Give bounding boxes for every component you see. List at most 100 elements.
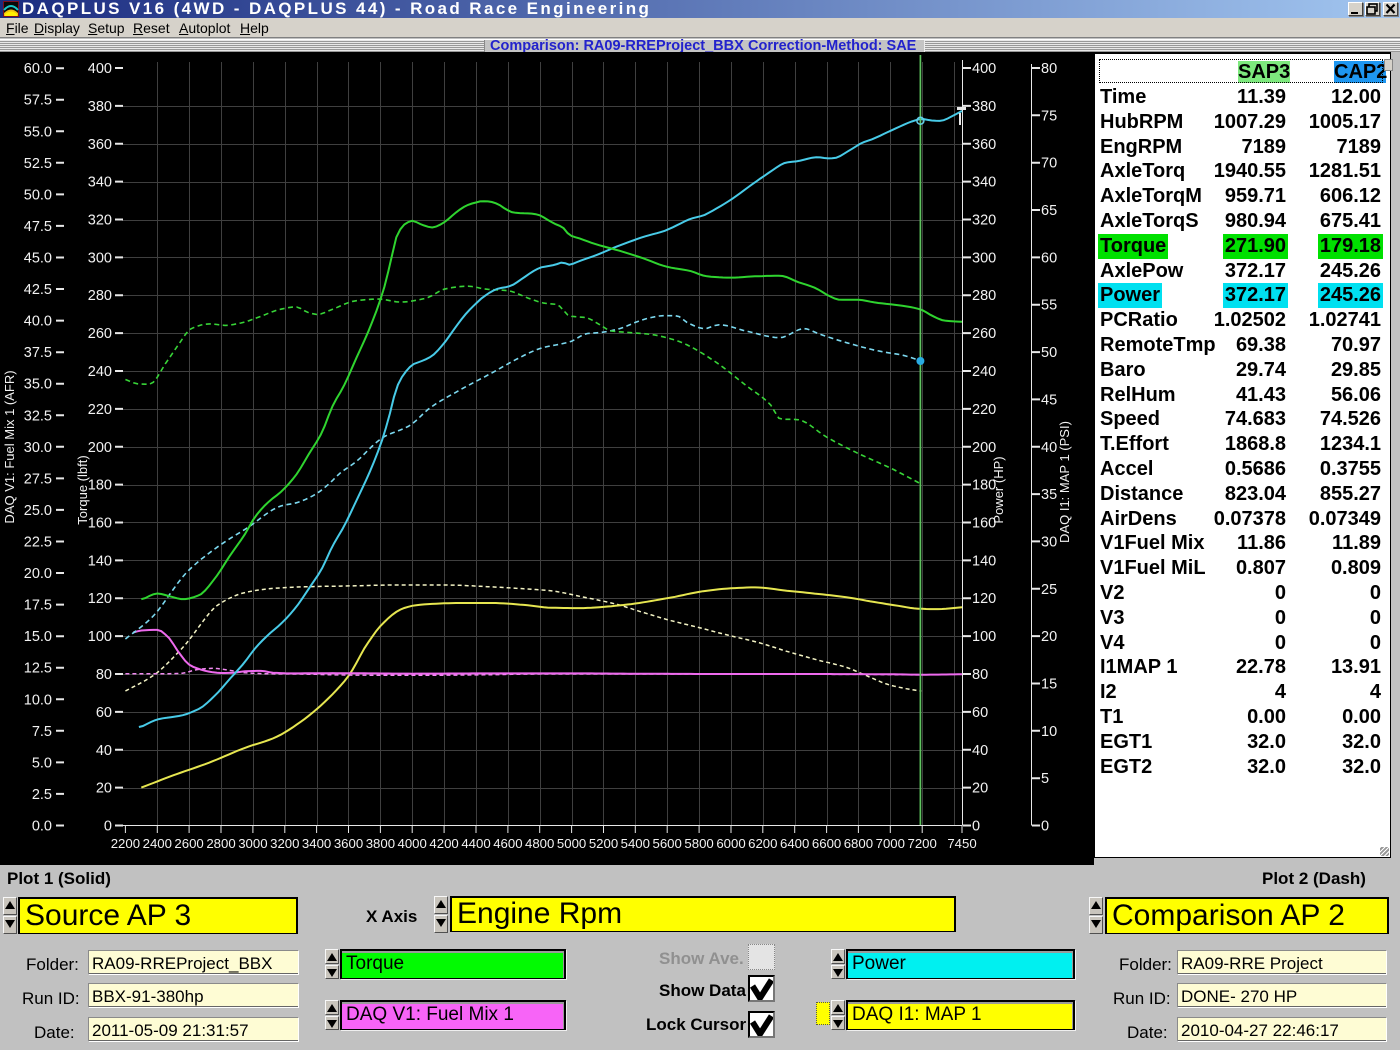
svg-text:27.5: 27.5	[24, 471, 52, 487]
svg-text:100: 100	[88, 629, 112, 645]
svg-text:220: 220	[88, 402, 112, 418]
svg-text:400: 400	[972, 61, 996, 77]
svg-text:3600: 3600	[334, 836, 363, 851]
svg-text:Torque (lbft): Torque (lbft)	[75, 455, 90, 524]
svg-text:5800: 5800	[684, 836, 713, 851]
svg-text:37.5: 37.5	[24, 345, 52, 361]
svg-text:140: 140	[88, 553, 112, 569]
svg-text:47.5: 47.5	[24, 219, 52, 235]
svg-text:260: 260	[88, 326, 112, 342]
svg-text:60: 60	[1041, 250, 1057, 266]
svg-text:35.0: 35.0	[24, 377, 52, 393]
svg-text:10: 10	[1041, 724, 1057, 740]
svg-text:32.5: 32.5	[24, 408, 52, 424]
svg-text:42.5: 42.5	[24, 282, 52, 298]
svg-text:140: 140	[972, 553, 996, 569]
svg-text:20.0: 20.0	[24, 566, 52, 582]
svg-text:15: 15	[1041, 677, 1057, 693]
svg-text:17.5: 17.5	[24, 598, 52, 614]
svg-text:4000: 4000	[398, 836, 427, 851]
svg-text:57.5: 57.5	[24, 93, 52, 109]
svg-text:360: 360	[972, 137, 996, 153]
svg-text:5400: 5400	[621, 836, 650, 851]
svg-text:2.5: 2.5	[32, 787, 52, 803]
svg-text:0: 0	[972, 819, 980, 835]
svg-text:10.0: 10.0	[24, 692, 52, 708]
svg-text:4800: 4800	[525, 836, 554, 851]
svg-text:5.0: 5.0	[32, 755, 52, 771]
svg-text:340: 340	[972, 175, 996, 191]
svg-text:5000: 5000	[557, 836, 586, 851]
svg-text:380: 380	[972, 99, 996, 115]
svg-text:280: 280	[972, 288, 996, 304]
svg-text:2400: 2400	[143, 836, 172, 851]
svg-text:30.0: 30.0	[24, 440, 52, 456]
svg-text:4400: 4400	[461, 836, 490, 851]
svg-text:20: 20	[972, 781, 988, 797]
svg-text:4200: 4200	[429, 836, 458, 851]
svg-text:320: 320	[972, 213, 996, 229]
svg-text:20: 20	[96, 781, 112, 797]
svg-text:60: 60	[972, 705, 988, 721]
svg-text:2200: 2200	[111, 836, 140, 851]
svg-text:6400: 6400	[780, 836, 809, 851]
svg-text:320: 320	[88, 213, 112, 229]
svg-text:55: 55	[1041, 298, 1057, 314]
svg-text:3400: 3400	[302, 836, 331, 851]
svg-text:22.5: 22.5	[24, 535, 52, 551]
svg-text:240: 240	[88, 364, 112, 380]
svg-text:3800: 3800	[366, 836, 395, 851]
svg-text:50.0: 50.0	[24, 187, 52, 203]
svg-text:0: 0	[104, 819, 112, 835]
svg-text:400: 400	[88, 61, 112, 77]
svg-text:12.5: 12.5	[24, 661, 52, 677]
svg-text:120: 120	[972, 591, 996, 607]
svg-text:40: 40	[972, 743, 988, 759]
svg-text:50: 50	[1041, 345, 1057, 361]
svg-text:5: 5	[1041, 771, 1049, 787]
svg-text:300: 300	[88, 250, 112, 266]
svg-text:7.5: 7.5	[32, 724, 52, 740]
svg-text:80: 80	[1041, 61, 1057, 77]
svg-text:5600: 5600	[653, 836, 682, 851]
svg-text:40: 40	[96, 743, 112, 759]
svg-text:120: 120	[88, 591, 112, 607]
svg-text:55.0: 55.0	[24, 124, 52, 140]
svg-text:20: 20	[1041, 629, 1057, 645]
svg-text:200: 200	[88, 440, 112, 456]
svg-text:0.0: 0.0	[32, 819, 52, 835]
svg-text:3200: 3200	[270, 836, 299, 851]
svg-text:65: 65	[1041, 203, 1057, 219]
svg-text:75: 75	[1041, 108, 1057, 124]
svg-text:15.0: 15.0	[24, 629, 52, 645]
svg-text:3000: 3000	[238, 836, 267, 851]
svg-text:40.0: 40.0	[24, 314, 52, 330]
svg-text:380: 380	[88, 99, 112, 115]
svg-text:6000: 6000	[716, 836, 745, 851]
svg-text:80: 80	[96, 667, 112, 683]
svg-text:40: 40	[1041, 440, 1057, 456]
svg-text:25.0: 25.0	[24, 503, 52, 519]
svg-text:340: 340	[88, 175, 112, 191]
svg-text:240: 240	[972, 364, 996, 380]
svg-text:200: 200	[972, 440, 996, 456]
svg-text:35: 35	[1041, 487, 1057, 503]
svg-text:6600: 6600	[812, 836, 841, 851]
svg-text:6200: 6200	[748, 836, 777, 851]
svg-text:Power (HP): Power (HP)	[991, 456, 1006, 523]
svg-text:2600: 2600	[174, 836, 203, 851]
svg-text:180: 180	[88, 478, 112, 494]
svg-text:70: 70	[1041, 156, 1057, 172]
svg-text:60: 60	[96, 705, 112, 721]
svg-text:220: 220	[972, 402, 996, 418]
svg-text:260: 260	[972, 326, 996, 342]
svg-text:360: 360	[88, 137, 112, 153]
svg-text:25: 25	[1041, 582, 1057, 598]
svg-text:300: 300	[972, 250, 996, 266]
svg-text:DAQ I1: MAP 1 (PSI): DAQ I1: MAP 1 (PSI)	[1057, 421, 1072, 543]
svg-text:7450: 7450	[947, 836, 976, 851]
svg-text:45: 45	[1041, 392, 1057, 408]
svg-text:280: 280	[88, 288, 112, 304]
svg-text:5200: 5200	[589, 836, 618, 851]
svg-text:DAQ V1: Fuel Mix 1 (AFR): DAQ V1: Fuel Mix 1 (AFR)	[2, 370, 17, 523]
